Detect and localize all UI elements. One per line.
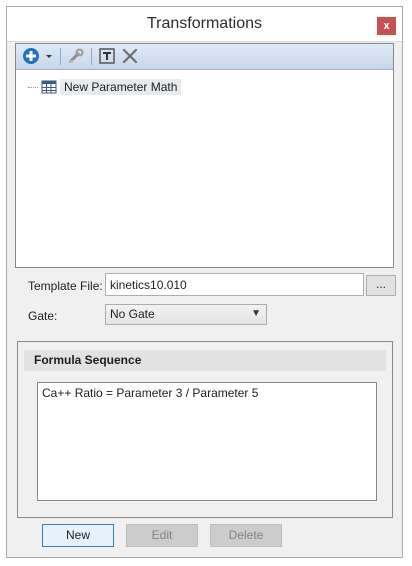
transformations-window: Transformations x New Parameter Math Tem… [6,6,403,558]
edit-button: Edit [126,524,198,547]
title-bar: Transformations x [7,7,402,42]
formula-item[interactable]: Ca++ Ratio = Parameter 3 / Parameter 5 [42,386,372,400]
close-button[interactable]: x [377,17,396,35]
toolbar-separator [91,48,92,65]
template-file-input[interactable] [105,273,364,296]
transformations-tree: New Parameter Math [16,70,393,267]
delete-tool-button[interactable] [121,47,139,66]
tree-connector [28,86,38,88]
chevron-down-icon: ▼ [251,308,261,319]
delete-button: Delete [210,524,282,547]
gate-label: Gate: [28,309,58,323]
add-button[interactable] [22,47,40,66]
tree-item-new-parameter-math[interactable]: New Parameter Math [28,78,182,96]
wrench-icon [69,48,84,63]
template-file-label: Template File: [28,279,103,293]
rename-button[interactable] [98,47,116,66]
plus-circle-icon [23,48,39,64]
formula-sequence-group: Formula Sequence Ca++ Ratio = Parameter … [17,341,393,518]
x-icon [122,48,138,64]
edit-tool-button[interactable] [67,47,85,66]
add-dropdown-button[interactable] [44,47,54,66]
formula-list[interactable]: Ca++ Ratio = Parameter 3 / Parameter 5 [37,382,377,501]
chevron-down-icon [46,55,52,58]
window-title: Transformations [147,15,262,32]
new-button[interactable]: New [42,524,114,547]
formula-sequence-header: Formula Sequence [24,350,386,371]
gate-select[interactable]: No Gate ▼ [105,304,267,325]
grid-table-icon [41,80,57,94]
tree-item-label: New Parameter Math [60,79,182,95]
transformations-panel: New Parameter Math [15,43,394,268]
toolbar-separator [60,48,61,65]
gate-selected-value: No Gate [110,307,155,321]
toolbar [16,44,393,70]
browse-button[interactable]: ... [366,275,396,296]
text-cursor-icon [99,48,115,64]
